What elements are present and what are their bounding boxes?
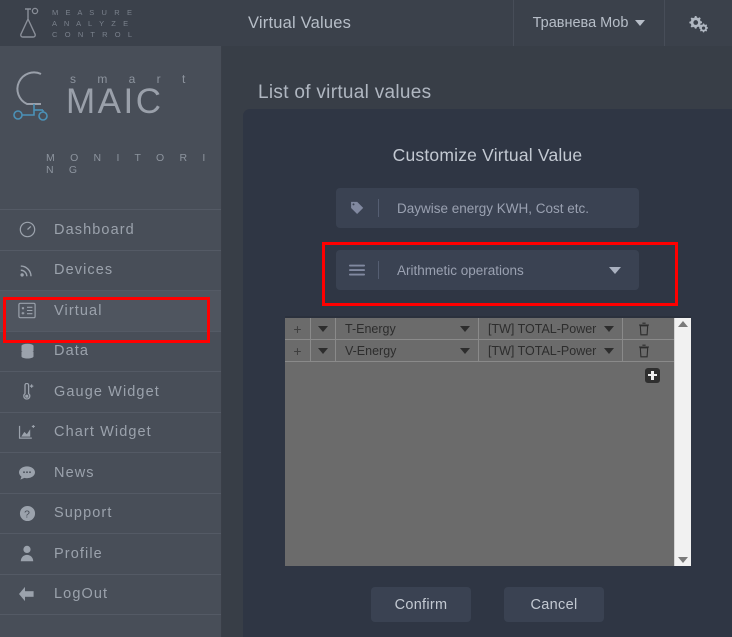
sidebar-item-gauge-widget[interactable]: Gauge Widget — [0, 372, 221, 413]
sidebar-item-label: Gauge Widget — [54, 383, 160, 400]
modal-footer: Confirm Cancel — [243, 587, 732, 622]
row-delete-button[interactable] — [623, 340, 664, 361]
row-source-select[interactable]: [TW] TOTAL-Power — [479, 340, 623, 361]
trash-icon — [638, 322, 649, 335]
list-heading: List of virtual values — [258, 82, 432, 103]
row-name-value: V-Energy — [345, 343, 397, 358]
user-menu[interactable]: Травнева Mob — [513, 0, 665, 46]
sidebar-item-label: Virtual — [54, 302, 103, 319]
brand-block: M E A S U R E A N A L Y Z E C O N T R O … — [0, 0, 222, 46]
row-operator-value[interactable]: + — [285, 340, 311, 361]
sidebar-item-devices[interactable]: Devices — [0, 251, 221, 291]
trash-icon — [638, 344, 649, 357]
row-operator-value[interactable]: + — [285, 318, 311, 339]
chevron-down-icon — [604, 347, 614, 354]
sidebar: s m a r t MAIC M O N I T O R I N G Dashb… — [0, 46, 222, 637]
scroll-down-arrow-icon[interactable] — [678, 557, 688, 563]
brand-line-2: A N A L Y Z E — [52, 18, 131, 28]
row-source-value: [TW] TOTAL-Power — [488, 343, 597, 358]
virtual-value-type-value: Arithmetic operations — [397, 262, 524, 278]
sidebar-item-label: Chart Widget — [54, 424, 152, 441]
sidebar-item-data[interactable]: Data — [0, 332, 221, 372]
chevron-down-icon — [318, 325, 328, 332]
user-menu-label: Травнева Mob — [532, 15, 629, 31]
chevron-down-icon — [604, 325, 614, 332]
sidebar-menu: Dashboard Devices Virtual Data Gauge Wid… — [0, 209, 221, 615]
sidebar-item-dashboard[interactable]: Dashboard — [0, 210, 221, 251]
sidebar-logo: s m a r t MAIC M O N I T O R I N G — [0, 46, 221, 209]
brand-line-1: M E A S U R E — [52, 7, 135, 17]
operations-table: + T-Energy [TW] TOTAL-Power + V-Energy [… — [285, 316, 691, 566]
brand-line-3: C O N T R O L — [52, 29, 135, 39]
sidebar-item-label: Support — [54, 505, 113, 522]
svg-text:?: ? — [24, 509, 31, 520]
plus-square-icon[interactable] — [645, 367, 660, 383]
sidebar-item-logout[interactable]: LogOut — [0, 575, 221, 615]
caret-down-icon — [635, 20, 646, 26]
row-source-value: [TW] TOTAL-Power — [488, 321, 597, 336]
sidebar-item-label: Data — [54, 343, 90, 360]
chevron-down-icon — [460, 347, 470, 354]
virtual-value-name-input[interactable]: Daywise energy KWH, Cost etc. — [336, 188, 639, 228]
row-name-select[interactable]: V-Energy — [336, 340, 479, 361]
virtual-grid-icon — [0, 302, 54, 319]
page-title: Virtual Values — [248, 13, 352, 32]
chevron-down-icon — [318, 347, 328, 354]
table-scrollbar[interactable] — [674, 318, 691, 566]
app-root: M E A S U R E A N A L Y Z E C O N T R O … — [0, 0, 732, 637]
brand-tagline: M E A S U R E A N A L Y Z E C O N T R O … — [52, 8, 135, 39]
virtual-value-type-select[interactable]: Arithmetic operations — [336, 250, 639, 290]
sidebar-item-label: Profile — [54, 545, 103, 562]
cancel-button[interactable]: Cancel — [504, 587, 604, 622]
logout-icon — [0, 586, 54, 602]
row-delete-button[interactable] — [623, 318, 664, 339]
thermometer-icon — [0, 382, 54, 401]
operations-table-body: + T-Energy [TW] TOTAL-Power + V-Energy [… — [285, 318, 674, 566]
sidebar-item-news[interactable]: News — [0, 453, 221, 494]
list-icon — [336, 264, 378, 276]
user-icon — [0, 545, 54, 562]
sidebar-item-label: LogOut — [54, 586, 109, 603]
sidebar-item-label: Dashboard — [54, 221, 135, 238]
comment-icon — [0, 465, 54, 481]
smartmaic-logo-icon — [13, 71, 48, 121]
row-operator-select[interactable] — [311, 340, 336, 361]
row-name-value: T-Energy — [345, 321, 396, 336]
top-bar: M E A S U R E A N A L Y Z E C O N T R O … — [0, 0, 732, 46]
sidebar-item-virtual[interactable]: Virtual — [0, 291, 221, 332]
row-operator-select[interactable] — [311, 318, 336, 339]
gauge-icon — [0, 221, 54, 238]
customize-virtual-value-modal: Customize Virtual Value Daywise energy K… — [243, 109, 732, 637]
virtual-value-name-placeholder: Daywise energy KWH, Cost etc. — [397, 200, 590, 216]
chart-area-icon — [0, 424, 54, 441]
scroll-up-arrow-icon[interactable] — [678, 321, 688, 327]
sidebar-item-label: News — [54, 464, 95, 481]
flask-logo-icon — [20, 7, 39, 38]
table-row: + T-Energy [TW] TOTAL-Power — [285, 318, 674, 340]
chevron-down-icon — [609, 266, 621, 274]
tag-icon — [336, 201, 378, 215]
sidebar-item-chart-widget[interactable]: Chart Widget — [0, 413, 221, 453]
sidebar-item-support[interactable]: ? Support — [0, 494, 221, 534]
row-name-select[interactable]: T-Energy — [336, 318, 479, 339]
row-source-select[interactable]: [TW] TOTAL-Power — [479, 318, 623, 339]
logo-monitoring-text: M O N I T O R I N G — [46, 152, 212, 176]
logo-maic-text: MAIC — [66, 82, 164, 121]
modal-title: Customize Virtual Value — [392, 145, 583, 165]
confirm-button[interactable]: Confirm — [371, 587, 471, 622]
sidebar-item-label: Devices — [54, 262, 114, 279]
add-row-container — [285, 362, 674, 388]
table-row: + V-Energy [TW] TOTAL-Power — [285, 340, 674, 362]
chevron-down-icon — [460, 325, 470, 332]
rss-icon — [0, 262, 54, 278]
question-icon: ? — [0, 505, 54, 522]
database-icon — [0, 343, 54, 360]
sidebar-item-profile[interactable]: Profile — [0, 534, 221, 575]
settings-button[interactable] — [665, 0, 732, 46]
cogs-icon — [688, 16, 708, 33]
